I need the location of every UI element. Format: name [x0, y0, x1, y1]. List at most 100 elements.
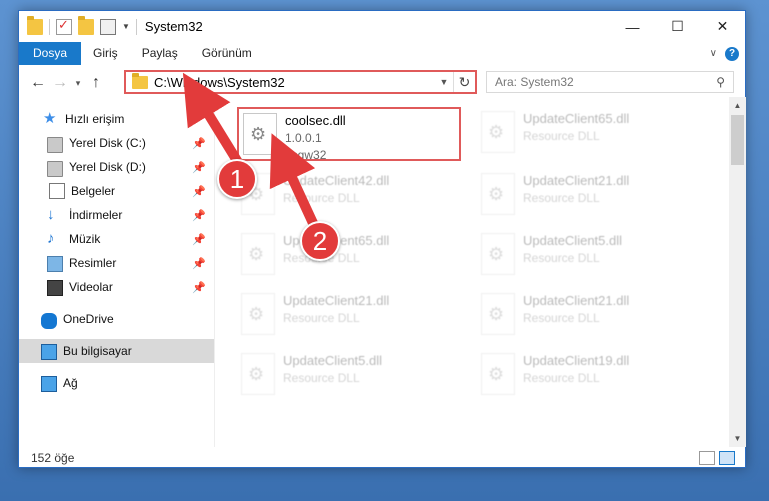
- explorer-window: ▼ System32 — ☐ ✕ Dosya Giriş Paylaş Görü…: [18, 10, 746, 468]
- file-name: UpdateClient21.dll: [523, 173, 630, 188]
- file-description: Resource DLL: [523, 191, 600, 205]
- sidebar-item-onedrive[interactable]: OneDrive: [19, 307, 214, 331]
- dll-file-icon: [481, 111, 515, 153]
- onedrive-icon: [41, 313, 57, 329]
- file-tile[interactable]: UpdateClient5.dll Resource DLL: [237, 349, 461, 403]
- minimize-button[interactable]: —: [610, 11, 655, 42]
- address-dropdown-icon[interactable]: ▼: [435, 77, 453, 87]
- drive-icon: [47, 160, 63, 177]
- file-tile[interactable]: UpdateClient19.dll Resource DLL: [477, 349, 701, 403]
- scroll-down-icon[interactable]: ▼: [729, 434, 746, 443]
- file-company: pcgw32: [285, 148, 327, 162]
- sidebar-item-label: Bu bilgisayar: [63, 344, 132, 358]
- file-tile[interactable]: UpdateClient21.dll Resource DLL: [477, 289, 701, 343]
- recent-locations-icon[interactable]: ▾: [71, 78, 85, 89]
- back-arrow-icon[interactable]: ←: [27, 74, 49, 92]
- sidebar-item-label: Ağ: [63, 376, 78, 390]
- view-buttons: [699, 451, 735, 465]
- tab-file[interactable]: Dosya: [19, 42, 82, 65]
- address-bar[interactable]: C:\Windows\System32 ▼ ↻: [124, 70, 477, 94]
- pin-icon: 📌: [192, 137, 206, 150]
- close-button[interactable]: ✕: [700, 11, 745, 42]
- title-bar: ▼ System32 — ☐ ✕: [19, 11, 745, 42]
- scrollbar-thumb[interactable]: [731, 115, 744, 165]
- pin-icon: 📌: [192, 185, 206, 198]
- window-title: System32: [144, 19, 203, 34]
- navigation-pane: ★ Hızlı erişim Yerel Disk (C:) 📌 Yerel D…: [19, 107, 214, 447]
- details-view-icon[interactable]: [699, 451, 715, 465]
- sidebar-item-label: İndirmeler: [69, 208, 123, 222]
- chevron-down-icon[interactable]: ∨: [710, 48, 717, 59]
- up-arrow-icon[interactable]: ↑: [85, 74, 107, 92]
- file-tile[interactable]: UpdateClient5.dll Resource DLL: [477, 229, 701, 283]
- help-icon[interactable]: ?: [725, 46, 739, 61]
- quick-access-toolbar: ▼: [27, 15, 137, 35]
- step-badge-2: 2: [300, 221, 340, 261]
- tab-home[interactable]: Giriş: [81, 42, 130, 65]
- file-description: Resource DLL: [523, 371, 600, 385]
- file-version: 1.0.0.1: [285, 131, 322, 145]
- sidebar-item-downloads[interactable]: ↓ İndirmeler 📌: [19, 203, 214, 227]
- documents-icon: [49, 183, 65, 199]
- scroll-up-icon[interactable]: ▲: [729, 101, 746, 110]
- file-name: UpdateClient5.dll: [523, 233, 623, 248]
- file-description: Resource DLL: [283, 191, 360, 205]
- dll-file-icon: [481, 293, 515, 335]
- maximize-button[interactable]: ☐: [655, 11, 700, 42]
- file-name: coolsec.dll: [285, 113, 346, 128]
- sidebar-item-pictures[interactable]: Resimler 📌: [19, 251, 214, 275]
- sidebar-item-quick-access[interactable]: ★ Hızlı erişim: [19, 107, 214, 131]
- file-description: Resource DLL: [283, 251, 360, 265]
- sidebar-item-disk-c[interactable]: Yerel Disk (C:) 📌: [19, 131, 214, 155]
- address-path[interactable]: C:\Windows\System32: [154, 75, 285, 90]
- file-description: Resource DLL: [523, 129, 600, 143]
- new-folder-icon[interactable]: [78, 15, 94, 35]
- pin-icon: 📌: [192, 281, 206, 294]
- file-list: coolsec.dll 1.0.0.1 pcgw32 UpdateClient6…: [219, 103, 729, 448]
- file-tile-coolsec[interactable]: coolsec.dll 1.0.0.1 pcgw32: [237, 107, 461, 162]
- item-count: 152 öğe: [31, 451, 75, 465]
- file-name: UpdateClient65.dll: [523, 111, 630, 126]
- sidebar-item-network[interactable]: Ağ: [19, 371, 214, 395]
- qat-dropdown-icon[interactable]: ▼: [122, 22, 130, 31]
- file-description: Resource DLL: [523, 251, 600, 265]
- dll-file-icon: [481, 173, 515, 215]
- file-tile[interactable]: UpdateClient65.dll Resource DLL: [237, 229, 461, 283]
- music-icon: ♪: [47, 230, 55, 247]
- pin-icon: 📌: [192, 209, 206, 222]
- tab-view[interactable]: Görünüm: [190, 42, 264, 65]
- status-bar: 152 öğe: [19, 447, 745, 469]
- sidebar-item-documents[interactable]: Belgeler 📌: [19, 179, 214, 203]
- forward-arrow-icon[interactable]: →: [49, 74, 71, 92]
- file-tile[interactable]: UpdateClient42.dll Resource DLL: [237, 169, 461, 223]
- file-tile[interactable]: UpdateClient65.dll Resource DLL: [477, 107, 701, 161]
- search-placeholder: Ara: System32: [495, 75, 574, 89]
- properties-check-icon[interactable]: [56, 17, 72, 35]
- refresh-icon[interactable]: ↻: [453, 72, 475, 92]
- sidebar-item-label: Müzik: [69, 232, 101, 246]
- sidebar-item-label: OneDrive: [63, 312, 114, 326]
- dll-file-icon: [241, 293, 275, 335]
- ribbon-tabs: Dosya Giriş Paylaş Görünüm ∨ ?: [19, 42, 745, 65]
- tab-share[interactable]: Paylaş: [130, 42, 190, 65]
- sidebar-item-music[interactable]: ♪ Müzik 📌: [19, 227, 214, 251]
- search-input[interactable]: Ara: System32 ⚲: [486, 71, 734, 93]
- folder-icon: [27, 15, 43, 35]
- dll-file-icon: [481, 233, 515, 275]
- navigation-bar: ← → ▾ ↑ C:\Windows\System32 ▼ ↻ Ara: Sys…: [19, 69, 745, 97]
- step-badge-1: 1: [217, 159, 257, 199]
- file-name: UpdateClient19.dll: [523, 353, 630, 368]
- search-icon[interactable]: ⚲: [716, 75, 725, 89]
- file-tile[interactable]: UpdateClient21.dll Resource DLL: [237, 289, 461, 343]
- sidebar-item-label: Belgeler: [71, 184, 116, 198]
- sidebar-item-videos[interactable]: Videolar 📌: [19, 275, 214, 299]
- computer-icon: [41, 344, 57, 360]
- sidebar-item-this-pc[interactable]: Bu bilgisayar: [19, 339, 214, 363]
- file-tile[interactable]: UpdateClient21.dll Resource DLL: [477, 169, 701, 223]
- sidebar-item-disk-d[interactable]: Yerel Disk (D:) 📌: [19, 155, 214, 179]
- vertical-scrollbar[interactable]: ▲ ▼: [729, 97, 746, 447]
- view-options-icon[interactable]: [100, 18, 116, 35]
- pane-divider[interactable]: [214, 97, 215, 447]
- file-description: Resource DLL: [283, 311, 360, 325]
- tiles-view-icon[interactable]: [719, 451, 735, 465]
